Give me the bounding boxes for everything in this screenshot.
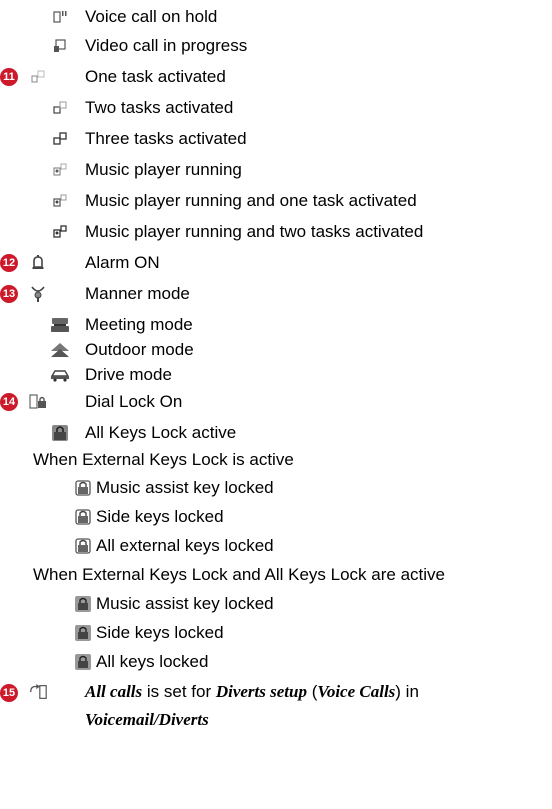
divert-item: 15 All calls is set for Diverts setup (V… (0, 682, 552, 752)
external-keys-lock-icon (73, 536, 93, 556)
music-one-task-icon (50, 191, 70, 211)
item-label: Music player running (85, 160, 242, 179)
alarm-bell-icon (28, 253, 48, 273)
dial-lock-icon (28, 392, 48, 412)
list-item: Music assist key locked (0, 475, 552, 501)
list-item: Two tasks activated (0, 95, 552, 121)
list-item: Meeting mode (0, 312, 552, 338)
music-key-lock-all-icon (73, 594, 93, 614)
list-item: Side keys locked (0, 504, 552, 530)
item-label: Outdoor mode (85, 340, 194, 359)
divert-text-line1: All calls is set for Diverts setup (Voic… (85, 682, 419, 701)
list-item: Music player running and one task activa… (0, 188, 552, 214)
voice-call-hold-icon (50, 7, 70, 27)
three-tasks-icon (50, 129, 70, 149)
callout-badge-13: 13 (0, 285, 18, 303)
manner-mode-icon (28, 284, 48, 304)
item-label: Meeting mode (85, 315, 193, 334)
callout-badge-11: 11 (0, 68, 18, 86)
music-player-icon (50, 160, 70, 180)
item-label: All keys locked (96, 652, 209, 671)
list-item: Drive mode (0, 362, 552, 388)
list-item: All Keys Lock active (0, 420, 552, 446)
music-key-lock-icon (73, 478, 93, 498)
callout-badge-12: 12 (0, 254, 18, 272)
item-label: All external keys locked (96, 536, 274, 555)
all-keys-locked-icon (73, 652, 93, 672)
outdoor-mode-icon (50, 340, 70, 360)
list-item: Side keys locked (0, 620, 552, 646)
list-item: Three tasks activated (0, 126, 552, 152)
list-item: Video call in progress (0, 33, 552, 59)
list-item: Music player running and two tasks activ… (0, 219, 552, 245)
list-item: Music assist key locked (0, 591, 552, 617)
item-label: Music assist key locked (96, 478, 274, 497)
section-heading-external-lock: When External Keys Lock is active (33, 450, 294, 469)
side-key-lock-icon (73, 507, 93, 527)
item-label: Drive mode (85, 365, 172, 384)
one-task-icon (28, 67, 48, 87)
video-call-icon (50, 36, 70, 56)
item-label: All Keys Lock active (85, 423, 237, 442)
list-item: 12 Alarm ON (0, 250, 552, 276)
two-tasks-icon (50, 98, 70, 118)
list-item: All keys locked (0, 649, 552, 675)
item-label: Music player running and one task activa… (85, 191, 417, 210)
list-item: Music player running (0, 157, 552, 183)
divert-text-line2: Voicemail/Diverts (85, 710, 209, 729)
list-item: Voice call on hold (0, 4, 552, 30)
section-heading-both-locks: When External Keys Lock and All Keys Loc… (33, 565, 445, 584)
item-label: Side keys locked (96, 507, 224, 526)
item-label: Video call in progress (85, 36, 248, 55)
list-item: Outdoor mode (0, 337, 552, 363)
meeting-mode-icon (50, 315, 70, 335)
item-label: Alarm ON (85, 253, 160, 272)
item-label: Dial Lock On (85, 392, 183, 411)
item-label: One task activated (85, 67, 226, 86)
item-label: Music player running and two tasks activ… (85, 222, 424, 241)
drive-mode-icon (50, 365, 70, 385)
item-label: Voice call on hold (85, 7, 218, 26)
list-item: 14 Dial Lock On (0, 389, 552, 415)
divert-all-calls-icon (28, 682, 48, 702)
side-key-lock-all-icon (73, 623, 93, 643)
music-two-tasks-icon (50, 222, 70, 242)
callout-badge-15: 15 (0, 684, 18, 702)
list-item: 11 One task activated (0, 64, 552, 90)
item-label: Two tasks activated (85, 98, 234, 117)
item-label: Side keys locked (96, 623, 224, 642)
callout-badge-14: 14 (0, 393, 18, 411)
list-item: All external keys locked (0, 533, 552, 559)
item-label: Three tasks activated (85, 129, 247, 148)
item-label: Music assist key locked (96, 594, 274, 613)
all-keys-lock-icon (50, 423, 70, 443)
list-item: 13 Manner mode (0, 281, 552, 307)
item-label: Manner mode (85, 284, 190, 303)
